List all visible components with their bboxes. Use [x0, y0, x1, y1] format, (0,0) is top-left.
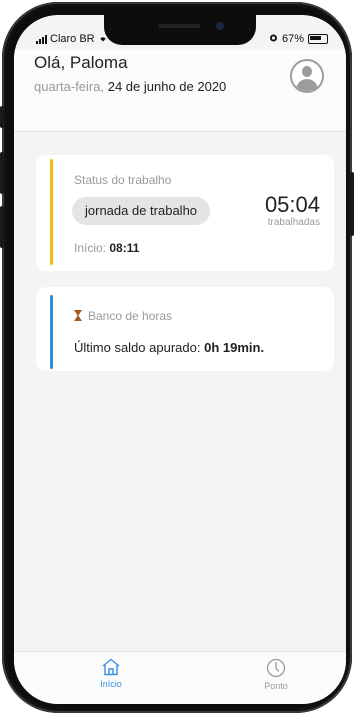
- work-status-accent-bar: [50, 159, 53, 265]
- app-screen: Claro BR 67% Olá, Paloma quarta-feira, 2…: [14, 15, 346, 704]
- mute-switch: [0, 106, 4, 128]
- hour-bank-accent-bar: [50, 295, 53, 369]
- hour-bank-title-row: Banco de horas: [74, 309, 172, 323]
- tab-ponto[interactable]: Ponto: [246, 658, 306, 691]
- tab-inicio-label: Início: [100, 679, 122, 689]
- front-camera: [216, 22, 224, 30]
- tab-inicio[interactable]: Início: [81, 658, 141, 689]
- worked-hours: 05:04 trabalhadas: [264, 192, 320, 229]
- balance-value: 0h 19min.: [204, 340, 265, 355]
- volume-down-button: [0, 206, 4, 248]
- volume-up-button: [0, 152, 4, 194]
- weekday-label: quarta-feira,: [34, 79, 105, 94]
- speaker-grille: [158, 24, 200, 28]
- hour-bank-card[interactable]: Banco de horas Último saldo apurado: 0h …: [36, 287, 334, 371]
- phone-frame: Claro BR 67% Olá, Paloma quarta-feira, 2…: [0, 2, 354, 713]
- battery-percent: 67%: [281, 33, 304, 45]
- alarm-icon: [269, 33, 278, 45]
- bottom-tab-bar: Início Ponto: [14, 651, 346, 704]
- home-icon: [81, 658, 141, 678]
- carrier-name: Claro BR: [50, 33, 95, 45]
- notch: [104, 15, 256, 45]
- date-label: 24 de junho de 2020: [107, 79, 227, 94]
- worked-hours-label: trabalhadas: [267, 217, 320, 228]
- hour-bank-title: Banco de horas: [88, 309, 173, 323]
- avatar-body: [296, 79, 318, 91]
- hourglass-icon: [74, 310, 82, 321]
- work-status-badge: jornada de trabalho: [72, 197, 211, 225]
- work-status-title: Status do trabalho: [74, 173, 172, 187]
- status-left: Claro BR: [36, 33, 108, 45]
- start-time-label: Início:: [74, 241, 107, 255]
- start-time: Início: 08:11: [74, 241, 139, 255]
- avatar-head: [302, 66, 312, 77]
- status-right: 67%: [269, 33, 328, 45]
- hour-bank-balance: Último saldo apurado: 0h 19min.: [74, 340, 264, 355]
- power-button: [350, 172, 354, 236]
- worked-hours-value: 05:04: [264, 192, 320, 217]
- profile-avatar-button[interactable]: [290, 59, 324, 93]
- battery-icon: [308, 34, 328, 44]
- balance-label: Último saldo apurado:: [74, 340, 201, 355]
- tab-ponto-label: Ponto: [264, 681, 288, 691]
- current-date: quarta-feira, 24 de junho de 2020: [34, 79, 226, 94]
- start-time-value: 08:11: [109, 241, 140, 255]
- greeting: Olá, Paloma: [34, 53, 128, 72]
- clock-icon: [246, 658, 306, 680]
- signal-icon: [36, 34, 47, 44]
- work-status-card[interactable]: Status do trabalho jornada de trabalho I…: [36, 155, 334, 271]
